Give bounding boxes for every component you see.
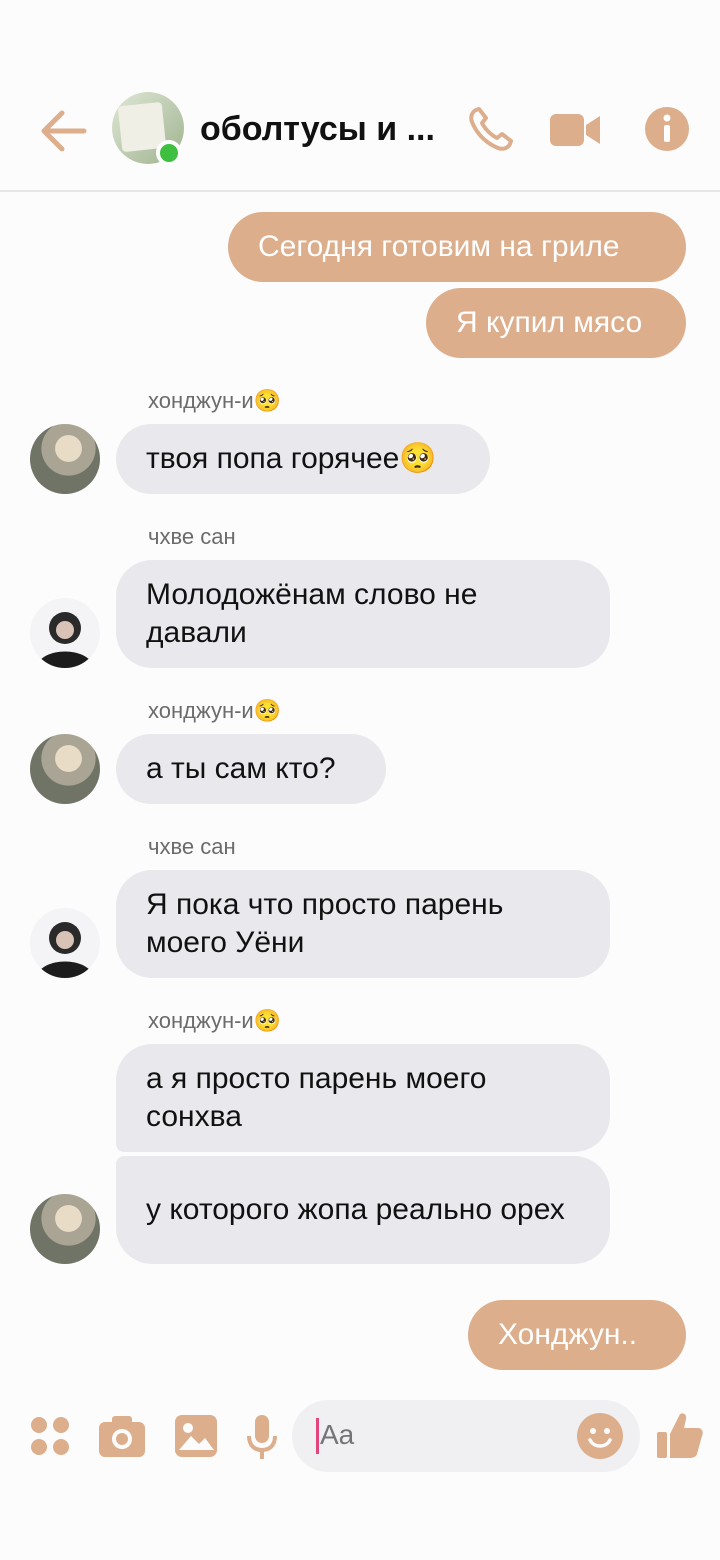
incoming-message[interactable]: Молодожёнам слово не давали <box>116 560 610 668</box>
avatar[interactable] <box>30 1194 100 1264</box>
sender-name: хонджун-и🥺 <box>148 1008 282 1033</box>
incoming-message[interactable]: а ты сам кто? <box>116 734 386 804</box>
avatar[interactable] <box>30 734 100 804</box>
smiley-icon[interactable] <box>576 1412 624 1460</box>
microphone-icon[interactable] <box>246 1414 278 1460</box>
outgoing-message[interactable]: Хонджун.. <box>468 1300 686 1370</box>
avatar[interactable] <box>30 598 100 668</box>
phone-icon[interactable] <box>466 104 516 154</box>
avatar[interactable] <box>30 424 100 494</box>
incoming-message[interactable]: а я просто парень моего сонхва <box>116 1044 610 1152</box>
sender-name: хонджун-и🥺 <box>148 388 282 413</box>
online-status-dot <box>156 140 182 166</box>
incoming-message[interactable]: Я пока что просто парень моего Уёни <box>116 870 610 978</box>
video-camera-icon[interactable] <box>550 110 602 150</box>
chat-header: оболтусы и ... <box>0 0 720 192</box>
message-input[interactable] <box>318 1418 562 1452</box>
incoming-message[interactable]: твоя попа горячее🥺 <box>116 424 490 494</box>
image-icon[interactable] <box>174 1414 218 1458</box>
conversation-title[interactable]: оболтусы и ... <box>200 110 435 149</box>
info-icon[interactable] <box>644 106 690 152</box>
camera-icon[interactable] <box>98 1414 146 1458</box>
thumbs-up-icon[interactable] <box>656 1410 704 1460</box>
incoming-message[interactable]: у которого жопа реально орех <box>116 1156 610 1264</box>
outgoing-message[interactable]: Я купил мясо <box>426 288 686 358</box>
four-dots-icon[interactable] <box>30 1416 70 1456</box>
sender-name: чхве сан <box>148 524 236 549</box>
sender-name: чхве сан <box>148 834 236 859</box>
sender-name: хонджун-и🥺 <box>148 698 282 723</box>
outgoing-message[interactable]: Сегодня готовим на гриле <box>228 212 686 282</box>
avatar[interactable] <box>30 908 100 978</box>
arrow-left-icon[interactable] <box>38 108 88 154</box>
